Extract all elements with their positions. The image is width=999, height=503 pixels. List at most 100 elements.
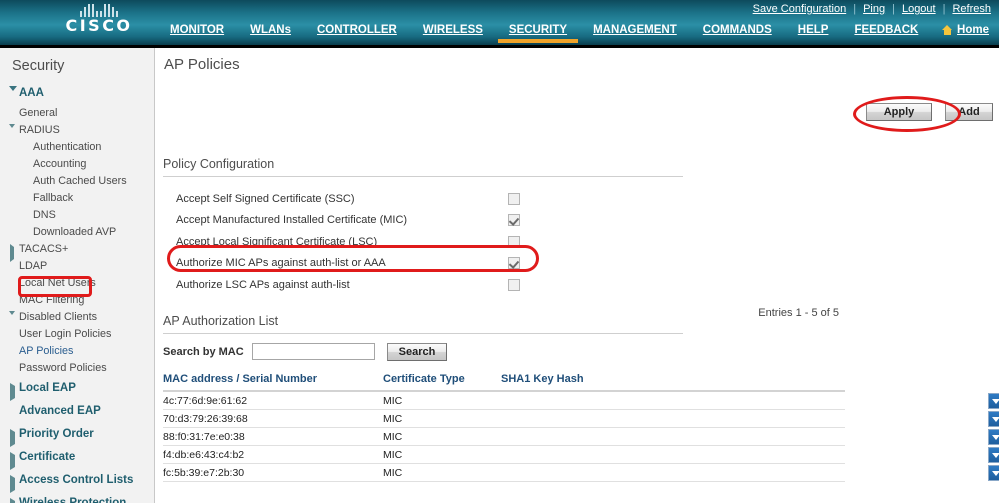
table-header-row: MAC address / Serial Number Certificate … — [163, 373, 845, 392]
sidebar-item-dns[interactable]: DNS — [0, 207, 154, 224]
sidebar-item-aaa[interactable]: AAA — [0, 82, 154, 105]
authorize-mic-checkbox[interactable] — [508, 257, 520, 270]
sidebar-item-auth-cached-users[interactable]: Auth Cached Users — [0, 173, 154, 190]
sidebar-item-local-eap[interactable]: Local EAP — [0, 377, 154, 401]
row-menu-button[interactable] — [988, 447, 999, 463]
sidebar-item-label: Password Policies — [19, 362, 107, 374]
app-header: CISCO Save Configuration | Ping | Logout… — [0, 0, 999, 45]
table-row[interactable]: fc:5b:39:e7:2b:30 MIC — [163, 464, 845, 482]
sidebar-title: Security — [12, 58, 65, 74]
nav-controller[interactable]: CONTROLLER — [304, 21, 410, 40]
chevron-down-icon — [992, 470, 999, 476]
sidebar-item-label: Priority Order — [19, 428, 94, 440]
sidebar-item-access-control-lists[interactable]: Access Control Lists — [0, 469, 154, 493]
sidebar-item-accounting[interactable]: Accounting — [0, 156, 154, 173]
sidebar-item-label: RADIUS — [19, 124, 60, 136]
nav-commands[interactable]: COMMANDS — [690, 21, 785, 40]
sidebar-item-wireless-protection-policies[interactable]: Wireless Protection Policies — [0, 492, 154, 503]
divider: | — [942, 3, 946, 15]
nav-wlans[interactable]: WLANs — [237, 21, 304, 40]
nav-security[interactable]: SECURITY — [496, 21, 580, 43]
row-menu-button[interactable] — [988, 411, 999, 427]
refresh-link[interactable]: Refresh — [952, 3, 991, 15]
sidebar-item-label: AP Policies — [19, 345, 74, 357]
chevron-down-icon — [992, 398, 999, 404]
sidebar-item-authentication[interactable]: Authentication — [0, 139, 154, 156]
ap-authorization-table: MAC address / Serial Number Certificate … — [163, 373, 845, 482]
policy-row-ssc[interactable]: Accept Self Signed Certificate (SSC) — [173, 188, 693, 210]
home-link[interactable]: Home — [942, 24, 989, 36]
sidebar-item-general[interactable]: General — [0, 105, 154, 122]
sidebar-item-mac-filtering[interactable]: MAC Filtering — [0, 292, 154, 309]
cell-mac: 70:d3:79:26:39:68 — [163, 413, 248, 425]
ping-link[interactable]: Ping — [863, 3, 885, 15]
authorize-lsc-checkbox[interactable] — [508, 278, 520, 291]
triangle-right-icon — [8, 475, 19, 493]
sidebar-item-downloaded-avp[interactable]: Downloaded AVP — [0, 224, 154, 241]
sidebar-item-ldap[interactable]: LDAP — [0, 258, 154, 275]
entries-count: Entries 1 - 5 of 5 — [758, 307, 839, 319]
chevron-down-icon — [992, 416, 999, 422]
row-menu-button[interactable] — [988, 429, 999, 445]
cell-mac: f4:db:e6:43:c4:b2 — [163, 449, 245, 461]
apply-button[interactable]: Apply — [866, 103, 932, 121]
search-mac-input[interactable] — [252, 343, 375, 360]
sidebar-item-priority-order[interactable]: Priority Order — [0, 423, 154, 447]
save-configuration-link[interactable]: Save Configuration — [753, 3, 847, 15]
accept-lsc-checkbox[interactable] — [508, 235, 520, 248]
sidebar-item-label: Local Net Users — [19, 277, 96, 289]
sidebar-item-label: AAA — [19, 87, 44, 99]
policy-row-mic[interactable]: Accept Manufactured Installed Certificat… — [173, 210, 693, 232]
cell-mac: 4c:77:6d:9e:61:62 — [163, 395, 248, 407]
triangle-right-icon — [8, 244, 19, 262]
sidebar-item-password-policies[interactable]: Password Policies — [0, 360, 154, 377]
table-row[interactable]: 88:f0:31:7e:e0:38 MIC — [163, 428, 845, 446]
sidebar-item-label: General — [19, 107, 58, 119]
policy-row-authorize-lsc[interactable]: Authorize LSC APs against auth-list — [173, 274, 693, 296]
cell-cert: MIC — [383, 395, 403, 407]
divider — [163, 333, 683, 334]
nav-feedback[interactable]: FEEDBACK — [841, 21, 931, 40]
chevron-down-icon — [992, 434, 999, 440]
sidebar-item-fallback[interactable]: Fallback — [0, 190, 154, 207]
sidebar-item-tacacs[interactable]: TACACS+ — [0, 241, 154, 262]
ap-authorization-list-heading: AP Authorization List — [163, 314, 279, 328]
logout-link[interactable]: Logout — [902, 3, 936, 15]
cell-cert: MIC — [383, 413, 403, 425]
nav-monitor[interactable]: MONITOR — [157, 21, 237, 40]
add-button[interactable]: Add — [945, 103, 993, 121]
sidebar-item-label: Certificate — [19, 451, 76, 463]
table-row[interactable]: f4:db:e6:43:c4:b2 MIC — [163, 446, 845, 464]
sidebar-item-label: TACACS+ — [19, 243, 69, 255]
policy-row-lsc[interactable]: Accept Local Significant Certificate (LS… — [173, 231, 693, 253]
accept-mic-checkbox[interactable] — [508, 214, 520, 227]
table-row[interactable]: 70:d3:79:26:39:68 MIC — [163, 410, 845, 428]
sidebar-item-user-login-policies[interactable]: User Login Policies — [0, 326, 154, 343]
sidebar-item-local-net-users[interactable]: Local Net Users — [0, 275, 154, 292]
sidebar-item-disabled-clients[interactable]: Disabled Clients — [0, 309, 154, 327]
sidebar-item-label: User Login Policies — [19, 328, 112, 340]
policy-row-authorize-mic[interactable]: Authorize MIC APs against auth-list or A… — [173, 253, 693, 275]
search-button[interactable]: Search — [387, 343, 447, 361]
cell-sha1 — [501, 436, 681, 437]
divider: | — [892, 3, 895, 15]
sidebar-item-label: Local EAP — [19, 382, 76, 394]
nav-management[interactable]: MANAGEMENT — [580, 21, 690, 40]
policy-configuration-heading: Policy Configuration — [163, 157, 275, 171]
sidebar-item-label: Disabled Clients — [19, 311, 98, 323]
sidebar-item-label: Auth Cached Users — [33, 175, 127, 187]
sidebar-item-ap-policies[interactable]: AP Policies — [0, 343, 154, 360]
home-label: Home — [957, 24, 989, 36]
sidebar-item-advanced-eap[interactable]: Advanced EAP — [0, 400, 154, 423]
cell-sha1 — [501, 454, 681, 455]
table-row[interactable]: 4c:77:6d:9e:61:62 MIC — [163, 392, 845, 410]
sidebar-item-radius[interactable]: RADIUS — [0, 122, 154, 140]
nav-help[interactable]: HELP — [785, 21, 842, 40]
sidebar-item-certificate[interactable]: Certificate — [0, 446, 154, 470]
sidebar-item-label: LDAP — [19, 260, 48, 272]
cell-cert: MIC — [383, 431, 403, 443]
row-menu-button[interactable] — [988, 465, 999, 481]
accept-ssc-checkbox[interactable] — [508, 192, 520, 205]
row-menu-button[interactable] — [988, 393, 999, 409]
nav-wireless[interactable]: WIRELESS — [410, 21, 496, 40]
